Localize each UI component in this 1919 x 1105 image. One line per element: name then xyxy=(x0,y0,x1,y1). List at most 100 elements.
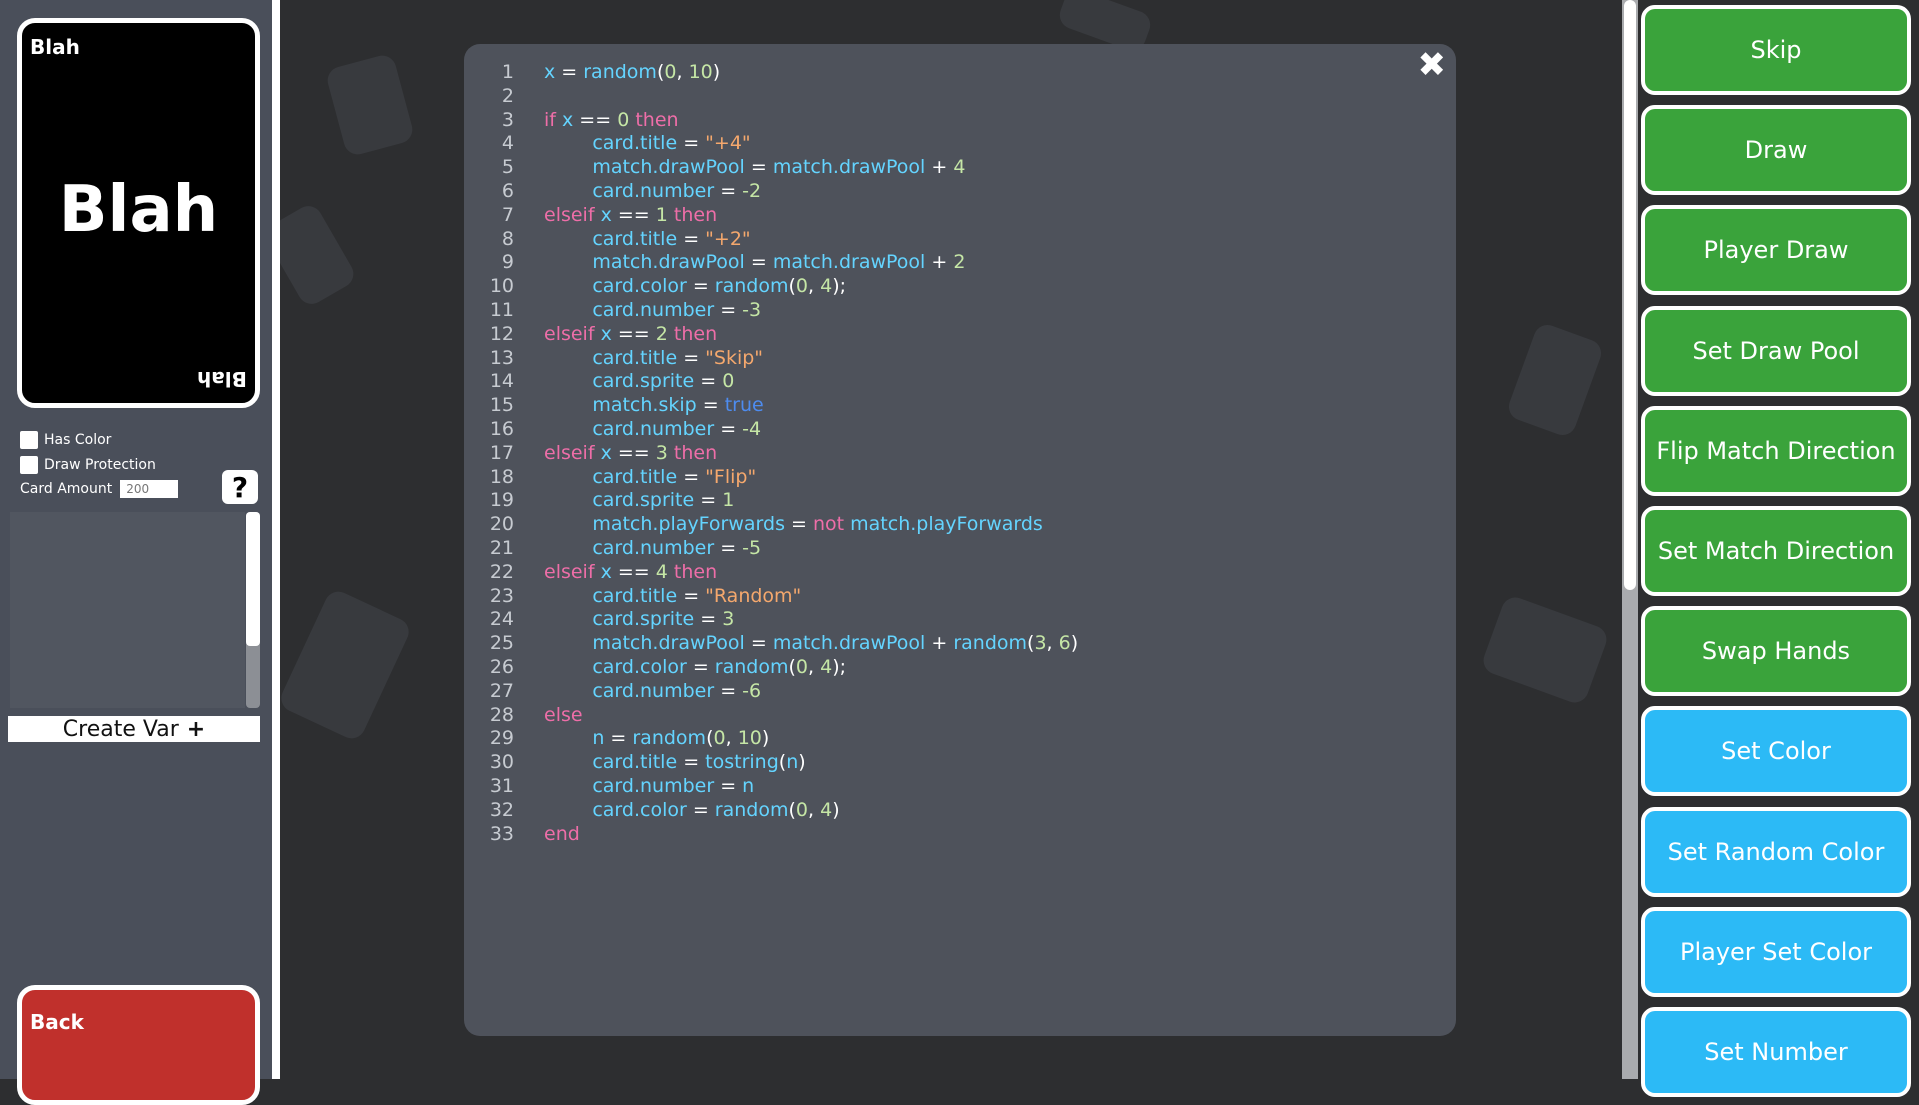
code-token: 0 xyxy=(795,798,808,821)
help-button[interactable]: ? xyxy=(222,470,258,504)
action-button-set-number[interactable]: Set Number xyxy=(1641,1007,1911,1097)
card-amount-label: Card Amount xyxy=(20,481,113,497)
action-button-player-draw[interactable]: Player Draw xyxy=(1641,205,1911,296)
code-text: card.number = -4 xyxy=(544,417,761,441)
line-number: 9 xyxy=(501,251,514,274)
code-line: 26 card.color = random(0, 4); xyxy=(464,655,1444,679)
code-token: n xyxy=(742,775,755,797)
action-button-skip[interactable]: Skip xyxy=(1641,5,1911,95)
code-token: card.title xyxy=(592,227,678,250)
action-button-set-match-direction[interactable]: Set Match Direction xyxy=(1641,506,1911,596)
code-token: card.number xyxy=(592,180,715,202)
code-line: 30 card.title = tostring(n) xyxy=(464,750,1444,774)
code-text: x = random(0, 10) xyxy=(544,60,720,84)
code-line: 9 match.drawPool = match.drawPool + 2 xyxy=(464,250,1444,274)
code-token: 3 xyxy=(1034,632,1047,655)
line-number: 12 xyxy=(489,322,514,345)
left-panel: Blah Blah Blah Has Color Draw Protection… xyxy=(0,0,272,1105)
line-number: 13 xyxy=(489,346,514,369)
draw-protection-checkbox[interactable] xyxy=(20,456,38,474)
code-token: then xyxy=(667,322,718,345)
action-button-label: Draw xyxy=(1744,136,1808,165)
code-editor[interactable]: ✖ 1x = random(0, 10) 2 3 if x == 0 then 4 ca… xyxy=(464,44,1456,1036)
action-button-label: Skip xyxy=(1750,36,1802,64)
code-text: card.title = tostring(n) xyxy=(544,750,805,774)
code-token: = xyxy=(694,489,723,512)
code-token: = xyxy=(555,61,584,83)
code-text: card.number = -6 xyxy=(544,679,761,703)
action-button-player-set-color[interactable]: Player Set Color xyxy=(1641,906,1911,997)
code-line: 4 card.title = "+4" xyxy=(464,131,1444,155)
code-line: 22 elseif x == 4 then xyxy=(464,560,1444,584)
create-var-button[interactable]: Create Var + xyxy=(8,716,260,742)
code-token: -2 xyxy=(742,180,762,202)
code-token: 10 xyxy=(737,727,762,750)
variable-list[interactable] xyxy=(10,512,245,708)
code-token: 0 xyxy=(795,656,808,678)
card-amount-input[interactable]: 200 xyxy=(120,480,179,498)
action-button-set-random-color[interactable]: Set Random Color xyxy=(1641,806,1911,897)
code-token: = xyxy=(677,346,706,369)
variable-list-scroll-thumb[interactable] xyxy=(246,512,260,646)
line-number: 11 xyxy=(489,299,514,321)
line-number: 15 xyxy=(489,394,514,417)
card-center-title: Blah xyxy=(58,173,219,247)
code-line: 6 card.number = -2 xyxy=(464,179,1444,203)
code-token: -5 xyxy=(742,537,762,559)
code-token: card.number xyxy=(592,537,715,559)
code-token: = xyxy=(686,798,715,821)
code-token: 4 xyxy=(820,275,833,298)
code-token: match.drawPool xyxy=(592,156,745,179)
actions-scroll-thumb[interactable] xyxy=(1624,0,1636,590)
line-number: 1 xyxy=(501,61,514,83)
line-number: 25 xyxy=(489,632,514,655)
action-button-swap-hands[interactable]: Swap Hands xyxy=(1641,606,1911,697)
line-number: 31 xyxy=(489,775,514,797)
code-token: elseif xyxy=(544,441,601,464)
code-token: match.drawPool xyxy=(772,632,926,655)
code-token: card.color xyxy=(592,798,687,821)
code-line: 19 card.sprite = 1 xyxy=(464,488,1444,512)
code-token: then xyxy=(667,560,718,583)
code-token: 0 xyxy=(664,61,677,83)
code-token: match.playForwards xyxy=(850,513,1043,536)
line-number: 5 xyxy=(501,156,514,179)
code-text: card.number = -2 xyxy=(544,179,761,203)
action-button-flip-match-direction[interactable]: Flip Match Direction xyxy=(1641,405,1911,496)
code-token: true xyxy=(724,394,764,417)
code-token: = xyxy=(714,299,743,321)
code-token: "Skip" xyxy=(705,346,764,369)
code-token: , xyxy=(1046,632,1059,655)
code-token: card.number xyxy=(592,299,715,321)
code-token: 4 xyxy=(953,156,966,179)
code-token: = xyxy=(694,370,723,393)
draw-protection-option[interactable]: Draw Protection xyxy=(20,456,156,474)
code-token: == xyxy=(611,560,656,583)
line-number: 33 xyxy=(489,822,514,845)
has-color-checkbox[interactable] xyxy=(20,431,38,449)
line-number: 20 xyxy=(489,513,514,536)
code-token: 2 xyxy=(953,251,966,274)
line-number: 19 xyxy=(489,489,514,512)
action-button-set-draw-pool[interactable]: Set Draw Pool xyxy=(1641,305,1911,396)
variable-list-scrollbar[interactable] xyxy=(246,512,260,708)
action-button-draw[interactable]: Draw xyxy=(1641,105,1911,196)
code-token: x xyxy=(544,61,556,83)
line-number: 4 xyxy=(501,132,514,155)
line-number: 32 xyxy=(489,798,514,821)
action-button-set-color[interactable]: Set Color xyxy=(1641,706,1911,797)
back-button[interactable]: Back xyxy=(17,985,260,1105)
code-token: card.title xyxy=(592,751,678,774)
background-card xyxy=(1505,321,1605,439)
code-token: , xyxy=(676,61,689,83)
has-color-option[interactable]: Has Color xyxy=(20,431,111,449)
